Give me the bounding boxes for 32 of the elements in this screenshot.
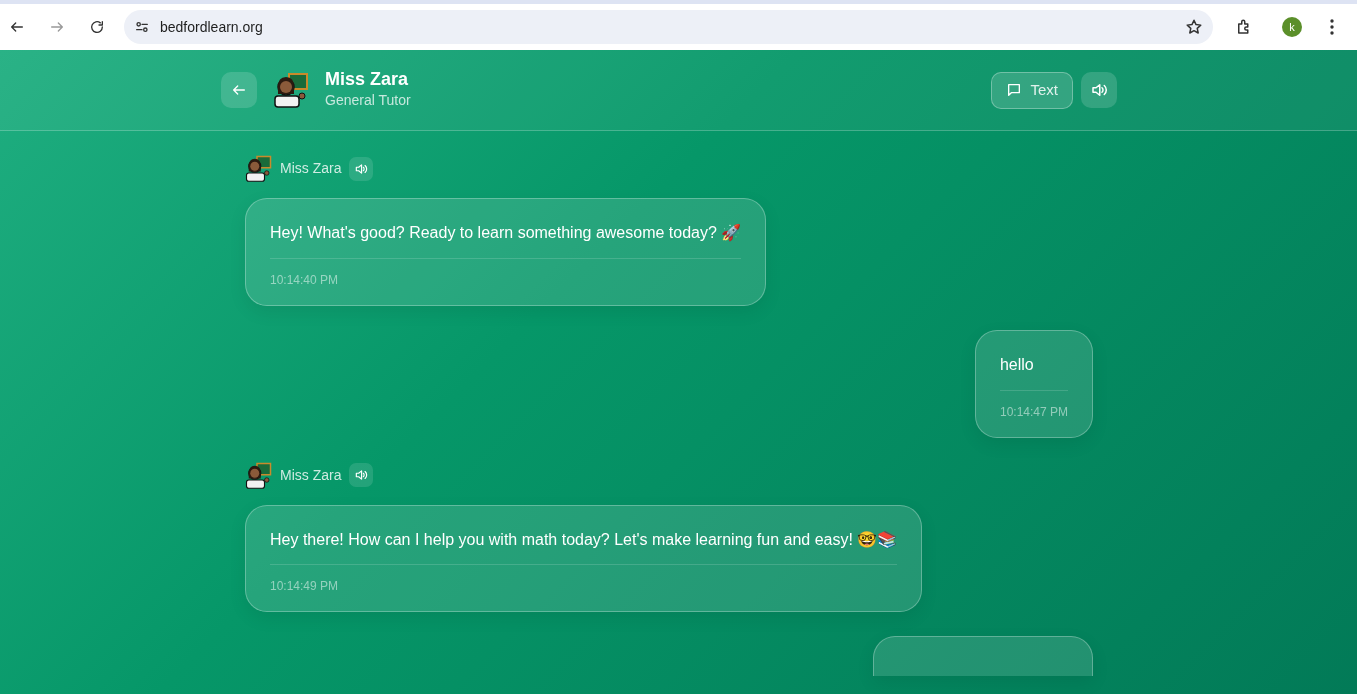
profile-button[interactable]: k [1275,10,1309,44]
back-icon [231,82,247,98]
menu-icon [1330,19,1334,35]
teacher-icon [273,72,309,108]
reload-icon [89,19,105,35]
message-time: 10:14:49 PM [270,564,898,596]
tutor-name: Miss Zara [325,68,410,91]
teacher-icon [245,461,272,489]
forward-icon [49,19,65,35]
speaker-button[interactable] [1081,72,1117,108]
site-settings-icon [134,19,150,35]
speaker-icon [1090,81,1108,99]
address-bar[interactable]: bedfordlearn.org [124,10,1213,44]
message-time: 10:14:40 PM [270,257,742,289]
speaker-icon [354,468,369,483]
back-button[interactable] [221,72,257,108]
message-text: Hey there! How can I help you with math today? Let's make learning fun and easy! 🤓📚 [270,529,898,550]
teacher-icon [245,155,272,182]
sender-name: Miss Zara [280,465,342,485]
message-text: hello [999,354,1035,375]
message-time: 10:14:47 PM [999,389,1068,421]
text-mode-button[interactable]: Text [991,71,1073,109]
speaker-icon [354,161,369,176]
back-icon [9,19,25,35]
chat-icon [1006,82,1023,98]
sender-name: Miss Zara [280,159,342,178]
message-text: Hey! What's good? Ready to learn something awesome today? 🚀 [270,223,742,243]
url-text: bedfordlearn.org [160,17,263,37]
bookmark-star-icon [1185,18,1203,36]
speaker-button[interactable] [349,463,374,488]
speaker-button[interactable] [349,156,374,181]
tutor-role: General Tutor [325,91,411,111]
